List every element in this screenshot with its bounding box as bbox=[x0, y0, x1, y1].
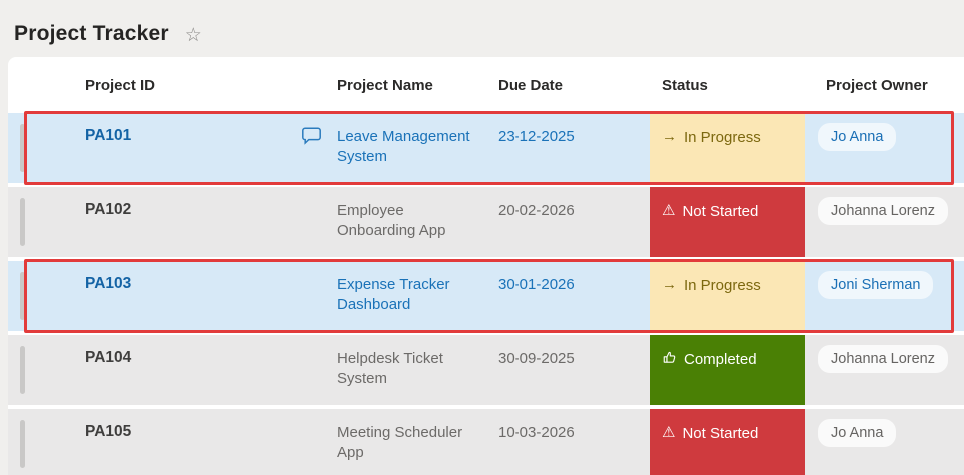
due-date[interactable]: 10-03-2026 bbox=[498, 409, 650, 475]
table-body: PA101 Leave Management System 23-12-2025… bbox=[8, 113, 964, 475]
column-header-project-id[interactable]: Project ID bbox=[34, 77, 337, 94]
status-cell[interactable]: →︎ In Progress bbox=[650, 261, 805, 331]
due-date[interactable]: 20-02-2026 bbox=[498, 187, 650, 257]
comment-bubble-icon[interactable] bbox=[302, 127, 323, 151]
project-id-cell[interactable]: PA105 bbox=[34, 409, 337, 475]
table-row[interactable]: PA102 Employee Onboarding App 20-02-2026… bbox=[8, 187, 964, 257]
project-id[interactable]: PA102 bbox=[85, 200, 131, 220]
status-cell[interactable]: ⚠︎ Not Started bbox=[650, 409, 805, 475]
row-drag-handle[interactable] bbox=[20, 272, 25, 320]
table-row[interactable]: PA104 Helpdesk Ticket System 30-09-2025 … bbox=[8, 335, 964, 405]
status-badge: →︎ In Progress bbox=[650, 261, 805, 331]
owner-cell[interactable]: Jo Anna bbox=[805, 409, 964, 475]
status-badge: ⚠︎ Not Started bbox=[650, 187, 805, 257]
table-row[interactable]: PA105 Meeting Scheduler App 10-03-2026 ⚠… bbox=[8, 409, 964, 475]
project-list-card: Project ID Project Name Due Date Status … bbox=[8, 57, 964, 475]
project-name[interactable]: Employee Onboarding App bbox=[337, 187, 498, 257]
owner-cell[interactable]: Johanna Lorenz bbox=[805, 187, 964, 257]
warning-icon: ⚠︎ bbox=[662, 424, 676, 441]
table-row[interactable]: PA101 Leave Management System 23-12-2025… bbox=[8, 113, 964, 183]
row-gutter bbox=[8, 335, 34, 405]
page-title: Project Tracker bbox=[14, 22, 169, 45]
owner-cell[interactable]: Joni Sherman bbox=[805, 261, 964, 331]
title-bar: Project Tracker ☆ bbox=[0, 0, 964, 55]
status-badge: →︎ In Progress bbox=[650, 113, 805, 183]
project-name[interactable]: Expense Tracker Dashboard bbox=[337, 261, 498, 331]
project-owner[interactable]: Jo Anna bbox=[818, 123, 897, 151]
status-label: In Progress bbox=[684, 129, 761, 146]
project-id[interactable]: PA103 bbox=[85, 274, 131, 294]
project-id[interactable]: PA104 bbox=[85, 348, 131, 368]
column-header-status[interactable]: Status bbox=[650, 77, 805, 94]
due-date[interactable]: 30-01-2026 bbox=[498, 261, 650, 331]
table-header-row: Project ID Project Name Due Date Status … bbox=[8, 57, 964, 113]
status-cell[interactable]: Completed bbox=[650, 335, 805, 405]
row-drag-handle[interactable] bbox=[20, 420, 25, 468]
status-cell[interactable]: →︎ In Progress bbox=[650, 113, 805, 183]
row-gutter bbox=[8, 113, 34, 183]
row-gutter bbox=[8, 261, 34, 331]
row-drag-handle[interactable] bbox=[20, 124, 25, 172]
project-owner[interactable]: Jo Anna bbox=[818, 419, 897, 447]
project-id-cell[interactable]: PA104 bbox=[34, 335, 337, 405]
row-gutter bbox=[8, 187, 34, 257]
project-id-cell[interactable]: PA102 bbox=[34, 187, 337, 257]
status-label: Completed bbox=[684, 351, 757, 368]
thumbs-up-icon bbox=[662, 350, 677, 365]
project-owner[interactable]: Johanna Lorenz bbox=[818, 345, 948, 373]
row-drag-handle[interactable] bbox=[20, 198, 25, 246]
project-owner[interactable]: Johanna Lorenz bbox=[818, 197, 948, 225]
project-id-cell[interactable]: PA101 bbox=[34, 113, 337, 183]
column-header-due-date[interactable]: Due Date bbox=[498, 77, 650, 94]
due-date[interactable]: 30-09-2025 bbox=[498, 335, 650, 405]
project-owner[interactable]: Joni Sherman bbox=[818, 271, 934, 299]
arrow-right-icon: →︎ bbox=[662, 276, 677, 293]
row-gutter bbox=[8, 409, 34, 475]
status-label: Not Started bbox=[682, 203, 759, 220]
project-name[interactable]: Meeting Scheduler App bbox=[337, 409, 498, 475]
status-label: In Progress bbox=[684, 277, 761, 294]
status-badge: ⚠︎ Not Started bbox=[650, 409, 805, 475]
status-badge: Completed bbox=[650, 335, 805, 405]
warning-icon: ⚠︎ bbox=[662, 202, 676, 219]
favorite-star-icon[interactable]: ☆ bbox=[185, 26, 202, 45]
due-date[interactable]: 23-12-2025 bbox=[498, 113, 650, 183]
table-row[interactable]: PA103 Expense Tracker Dashboard 30-01-20… bbox=[8, 261, 964, 331]
project-id-cell[interactable]: PA103 bbox=[34, 261, 337, 331]
status-label: Not Started bbox=[682, 425, 759, 442]
project-id[interactable]: PA101 bbox=[85, 126, 131, 146]
row-drag-handle[interactable] bbox=[20, 346, 25, 394]
owner-cell[interactable]: Jo Anna bbox=[805, 113, 964, 183]
owner-cell[interactable]: Johanna Lorenz bbox=[805, 335, 964, 405]
project-id[interactable]: PA105 bbox=[85, 422, 131, 442]
status-cell[interactable]: ⚠︎ Not Started bbox=[650, 187, 805, 257]
project-name[interactable]: Leave Management System bbox=[337, 113, 498, 183]
column-header-project-owner[interactable]: Project Owner bbox=[805, 77, 964, 94]
column-header-project-name[interactable]: Project Name bbox=[337, 77, 498, 94]
arrow-right-icon: →︎ bbox=[662, 128, 677, 145]
project-name[interactable]: Helpdesk Ticket System bbox=[337, 335, 498, 405]
